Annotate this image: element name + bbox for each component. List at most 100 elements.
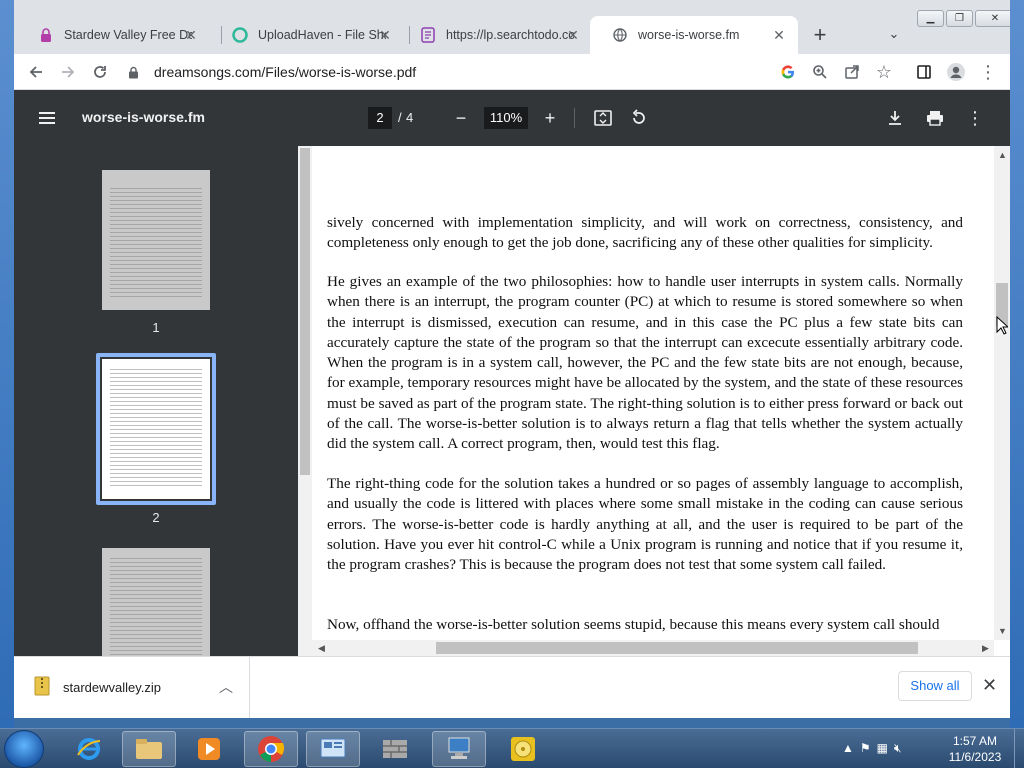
lock-purple-icon: [38, 27, 54, 43]
pdf-more-icon[interactable]: ⋮: [964, 107, 986, 129]
lock-icon[interactable]: [128, 66, 142, 79]
close-tab-icon[interactable]: ✕: [184, 28, 198, 42]
download-file-name: stardewvalley.zip: [63, 680, 162, 695]
close-tab-icon[interactable]: ✕: [566, 28, 580, 42]
browser-menu-icon[interactable]: ⋮: [976, 60, 1000, 84]
system-tray: ▲ ⚑ ▦ 🔇︎: [842, 741, 902, 756]
pdf-document-area: sively concerned with implementation sim…: [312, 146, 994, 640]
thumbnail-page-2[interactable]: [102, 359, 210, 499]
document-horizontal-scrollbar-thumb[interactable]: [436, 642, 918, 654]
thumbnail-label: 1: [152, 320, 160, 335]
volume-muted-icon[interactable]: 🔇︎: [894, 741, 902, 756]
browser-toolbar: dreamsongs.com/Files/worse-is-worse.pdf …: [14, 54, 1010, 90]
thumbnail-page-3[interactable]: [102, 548, 210, 656]
document-vertical-scrollbar[interactable]: [994, 146, 1010, 640]
firewall-icon[interactable]: [368, 731, 422, 767]
zip-file-icon: [34, 676, 50, 701]
tab-title: worse-is-worse.fm: [638, 28, 740, 42]
action-center-flag-icon[interactable]: ⚑: [860, 741, 871, 756]
window-controls: ▁ ❐ ✕: [917, 10, 1010, 27]
page-separator: /: [398, 110, 402, 125]
new-tab-button[interactable]: +: [808, 24, 832, 48]
download-item[interactable]: stardewvalley.zip ︿: [14, 657, 250, 718]
mouse-cursor-icon: [996, 316, 1008, 335]
document-icon: [420, 27, 436, 43]
scroll-right-arrow-icon[interactable]: ▶: [982, 643, 989, 654]
tab-title: https://lp.searchtodo.co: [446, 28, 574, 42]
print-icon[interactable]: [924, 107, 946, 129]
paragraph: He gives an example of the two philosoph…: [327, 273, 963, 453]
fit-to-page-icon[interactable]: [592, 107, 614, 129]
forward-arrow-icon[interactable]: [56, 60, 80, 84]
page-total: 4: [406, 110, 414, 125]
sidebar-scrollbar-thumb[interactable]: [300, 148, 310, 475]
profile-avatar-icon[interactable]: [944, 60, 968, 84]
zoom-out-button[interactable]: −: [450, 107, 472, 129]
show-desktop-button[interactable]: [1014, 729, 1024, 768]
desktop-background-right: [1010, 0, 1024, 728]
system-clock[interactable]: 1:57 AM 11/6/2023: [944, 733, 1006, 765]
tab-searchtodo[interactable]: https://lp.searchtodo.co ✕: [398, 16, 592, 54]
reload-icon[interactable]: [88, 60, 112, 84]
tab-search-chevron-icon[interactable]: ⌄: [884, 26, 904, 46]
scroll-left-arrow-icon[interactable]: ◀: [318, 643, 325, 654]
share-icon[interactable]: [840, 60, 864, 84]
disc-burner-icon[interactable]: [496, 731, 550, 767]
uploadhaven-icon: [232, 27, 248, 43]
thumbnail-sidebar: 1 2: [14, 146, 298, 656]
maximize-button[interactable]: ❐: [946, 10, 973, 27]
tab-worse-is-worse[interactable]: worse-is-worse.fm ✕: [590, 16, 798, 54]
thumbnail-page-1[interactable]: [102, 170, 210, 310]
network-computer-icon[interactable]: [432, 731, 486, 767]
network-icon[interactable]: ▦: [877, 741, 888, 756]
tab-uploadhaven[interactable]: UploadHaven - File Shar ✕: [210, 16, 404, 54]
zoom-level-input[interactable]: 110%: [484, 107, 528, 129]
close-download-bar-icon[interactable]: ✕: [982, 675, 997, 696]
page-number-input[interactable]: 2: [368, 107, 392, 129]
file-explorer-icon[interactable]: [122, 731, 176, 767]
clock-date: 11/6/2023: [948, 750, 1002, 764]
url-text: dreamsongs.com/Files/worse-is-worse.pdf: [154, 64, 417, 80]
download-bar: stardewvalley.zip ︿ Show all ✕: [14, 656, 1010, 718]
browser-window: Stardew Valley Free Dow ✕ UploadHaven - …: [14, 0, 1010, 718]
minimize-button[interactable]: ▁: [917, 10, 944, 27]
close-tab-icon[interactable]: ✕: [378, 28, 392, 42]
google-icon[interactable]: [776, 60, 800, 84]
windows-taskbar: ▲ ⚑ ▦ 🔇︎ 1:57 AM 11/6/2023: [0, 728, 1024, 768]
desktop-background-left: [0, 0, 14, 728]
download-icon[interactable]: [884, 107, 906, 129]
pdf-page: sively concerned with implementation sim…: [312, 146, 994, 640]
internet-explorer-icon[interactable]: [62, 731, 116, 767]
paragraph: Now, offhand the worse-is-better solutio…: [327, 616, 940, 633]
control-panel-icon[interactable]: [306, 731, 360, 767]
address-bar[interactable]: dreamsongs.com/Files/worse-is-worse.pdf: [128, 59, 828, 85]
close-window-button[interactable]: ✕: [975, 10, 1010, 27]
pdf-toolbar: worse-is-worse.fm 2 / 4 − 110% + ⋮: [14, 90, 1010, 146]
pdf-title: worse-is-worse.fm: [82, 109, 205, 125]
chrome-icon[interactable]: [244, 731, 298, 767]
globe-icon: [612, 27, 628, 43]
start-button[interactable]: [4, 730, 44, 768]
scroll-down-arrow-icon[interactable]: ▼: [998, 626, 1007, 636]
tab-strip: Stardew Valley Free Dow ✕ UploadHaven - …: [14, 0, 1010, 54]
zoom-magnifier-icon[interactable]: [808, 60, 832, 84]
zoom-in-button[interactable]: +: [539, 107, 561, 129]
hamburger-menu-icon[interactable]: [36, 107, 58, 129]
tab-stardew[interactable]: Stardew Valley Free Dow ✕: [16, 16, 210, 54]
clock-time: 1:57 AM: [952, 734, 998, 748]
scroll-up-arrow-icon[interactable]: ▲: [998, 150, 1007, 160]
tab-title: Stardew Valley Free Dow: [64, 28, 192, 42]
back-arrow-icon[interactable]: [24, 60, 48, 84]
toolbar-divider: [574, 108, 575, 128]
show-all-button[interactable]: Show all: [898, 671, 972, 701]
rotate-icon[interactable]: [628, 107, 650, 129]
chevron-up-icon[interactable]: ︿: [219, 677, 233, 697]
tab-title: UploadHaven - File Shar: [258, 28, 386, 42]
show-hidden-icons-icon[interactable]: ▲: [842, 741, 854, 756]
paragraph: sively concerned with implementation sim…: [327, 214, 963, 252]
paragraph: The right-thing code for the solution ta…: [327, 475, 963, 574]
bookmark-star-icon[interactable]: ☆: [872, 60, 896, 84]
media-player-icon[interactable]: [182, 731, 236, 767]
side-panel-icon[interactable]: [912, 60, 936, 84]
close-tab-icon[interactable]: ✕: [772, 28, 786, 42]
